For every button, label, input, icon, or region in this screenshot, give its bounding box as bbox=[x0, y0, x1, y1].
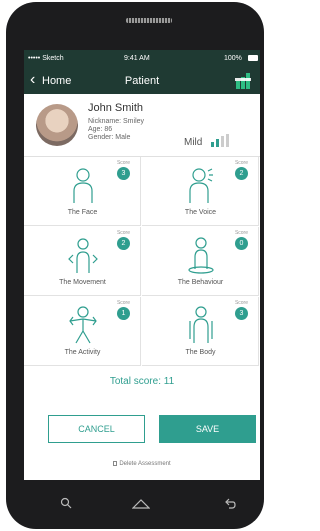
category-face[interactable]: Score 3 The Face bbox=[24, 157, 141, 226]
voice-icon bbox=[189, 168, 213, 203]
status-bar: ••••• Sketch 9:41 AM 100% bbox=[24, 50, 260, 68]
movement-icon bbox=[68, 238, 98, 273]
carrier-text: ••••• Sketch bbox=[28, 55, 64, 62]
home-icon[interactable] bbox=[132, 497, 150, 509]
trash-icon bbox=[113, 461, 118, 466]
body-icon bbox=[189, 306, 213, 343]
delete-assessment-link[interactable]: Delete Assessment bbox=[24, 461, 260, 467]
battery-icon bbox=[248, 55, 258, 61]
score-label: Score bbox=[234, 160, 248, 166]
category-activity[interactable]: Score 1 The Activity bbox=[24, 297, 141, 366]
phone-frame: ••••• Sketch 9:41 AM 100% ‹ Home Patient… bbox=[6, 2, 264, 529]
score-label: Score bbox=[116, 160, 130, 166]
score-label: Score bbox=[116, 230, 130, 236]
score-label: Score bbox=[116, 300, 130, 306]
category-label: The Behaviour bbox=[177, 279, 224, 286]
category-label: The Voice bbox=[184, 209, 217, 216]
search-icon[interactable] bbox=[60, 497, 72, 509]
patient-age: Age: 86 bbox=[88, 126, 113, 133]
total-score: Total score: 11 bbox=[109, 376, 175, 387]
patient-name: John Smith bbox=[88, 102, 144, 114]
save-button[interactable]: SAVE bbox=[159, 415, 256, 443]
cancel-button[interactable]: CANCEL bbox=[48, 415, 145, 443]
score-badge: 1 bbox=[117, 307, 130, 320]
category-voice[interactable]: Score 2 The Voice bbox=[142, 157, 259, 226]
delete-assessment-label: Delete Assessment bbox=[119, 461, 171, 467]
app-screen: ••••• Sketch 9:41 AM 100% ‹ Home Patient… bbox=[24, 50, 260, 480]
score-badge: 2 bbox=[235, 167, 248, 180]
score-label: Score bbox=[234, 300, 248, 306]
avatar bbox=[36, 104, 78, 146]
score-label: Score bbox=[234, 230, 248, 236]
category-label: The Face bbox=[67, 209, 98, 216]
patient-nickname: Nickname: Smiley bbox=[88, 118, 145, 125]
page-title: Patient bbox=[124, 75, 160, 87]
patient-profile: John Smith Nickname: Smiley Age: 86 Gend… bbox=[24, 94, 260, 157]
category-movement[interactable]: Score 2 The Movement bbox=[24, 227, 141, 296]
assessment-grid: Score 3 The Face Score 2 The Voice Score… bbox=[24, 157, 260, 367]
back-icon[interactable] bbox=[224, 497, 236, 509]
behaviour-icon bbox=[188, 237, 214, 274]
score-badge: 2 bbox=[117, 237, 130, 250]
nav-bar: ‹ Home Patient bbox=[24, 68, 260, 94]
score-badge: 3 bbox=[117, 167, 130, 180]
score-badge: 0 bbox=[235, 237, 248, 250]
clock-text: 9:41 AM bbox=[124, 55, 150, 62]
face-icon bbox=[73, 168, 93, 203]
speaker-grille bbox=[126, 18, 172, 23]
severity-signal-icon bbox=[211, 134, 229, 147]
score-badge: 3 bbox=[235, 307, 248, 320]
category-label: The Movement bbox=[59, 279, 106, 286]
battery-text: 100% bbox=[224, 55, 242, 62]
patient-gender: Gender: Male bbox=[88, 134, 131, 141]
activity-icon bbox=[69, 306, 97, 344]
category-behaviour[interactable]: Score 0 The Behaviour bbox=[142, 227, 259, 296]
category-body[interactable]: Score 3 The Body bbox=[142, 297, 259, 366]
category-label: The Activity bbox=[64, 349, 101, 356]
severity-label: Mild bbox=[184, 137, 203, 148]
growth-bars-icon[interactable] bbox=[234, 72, 252, 90]
category-label: The Body bbox=[185, 349, 216, 356]
